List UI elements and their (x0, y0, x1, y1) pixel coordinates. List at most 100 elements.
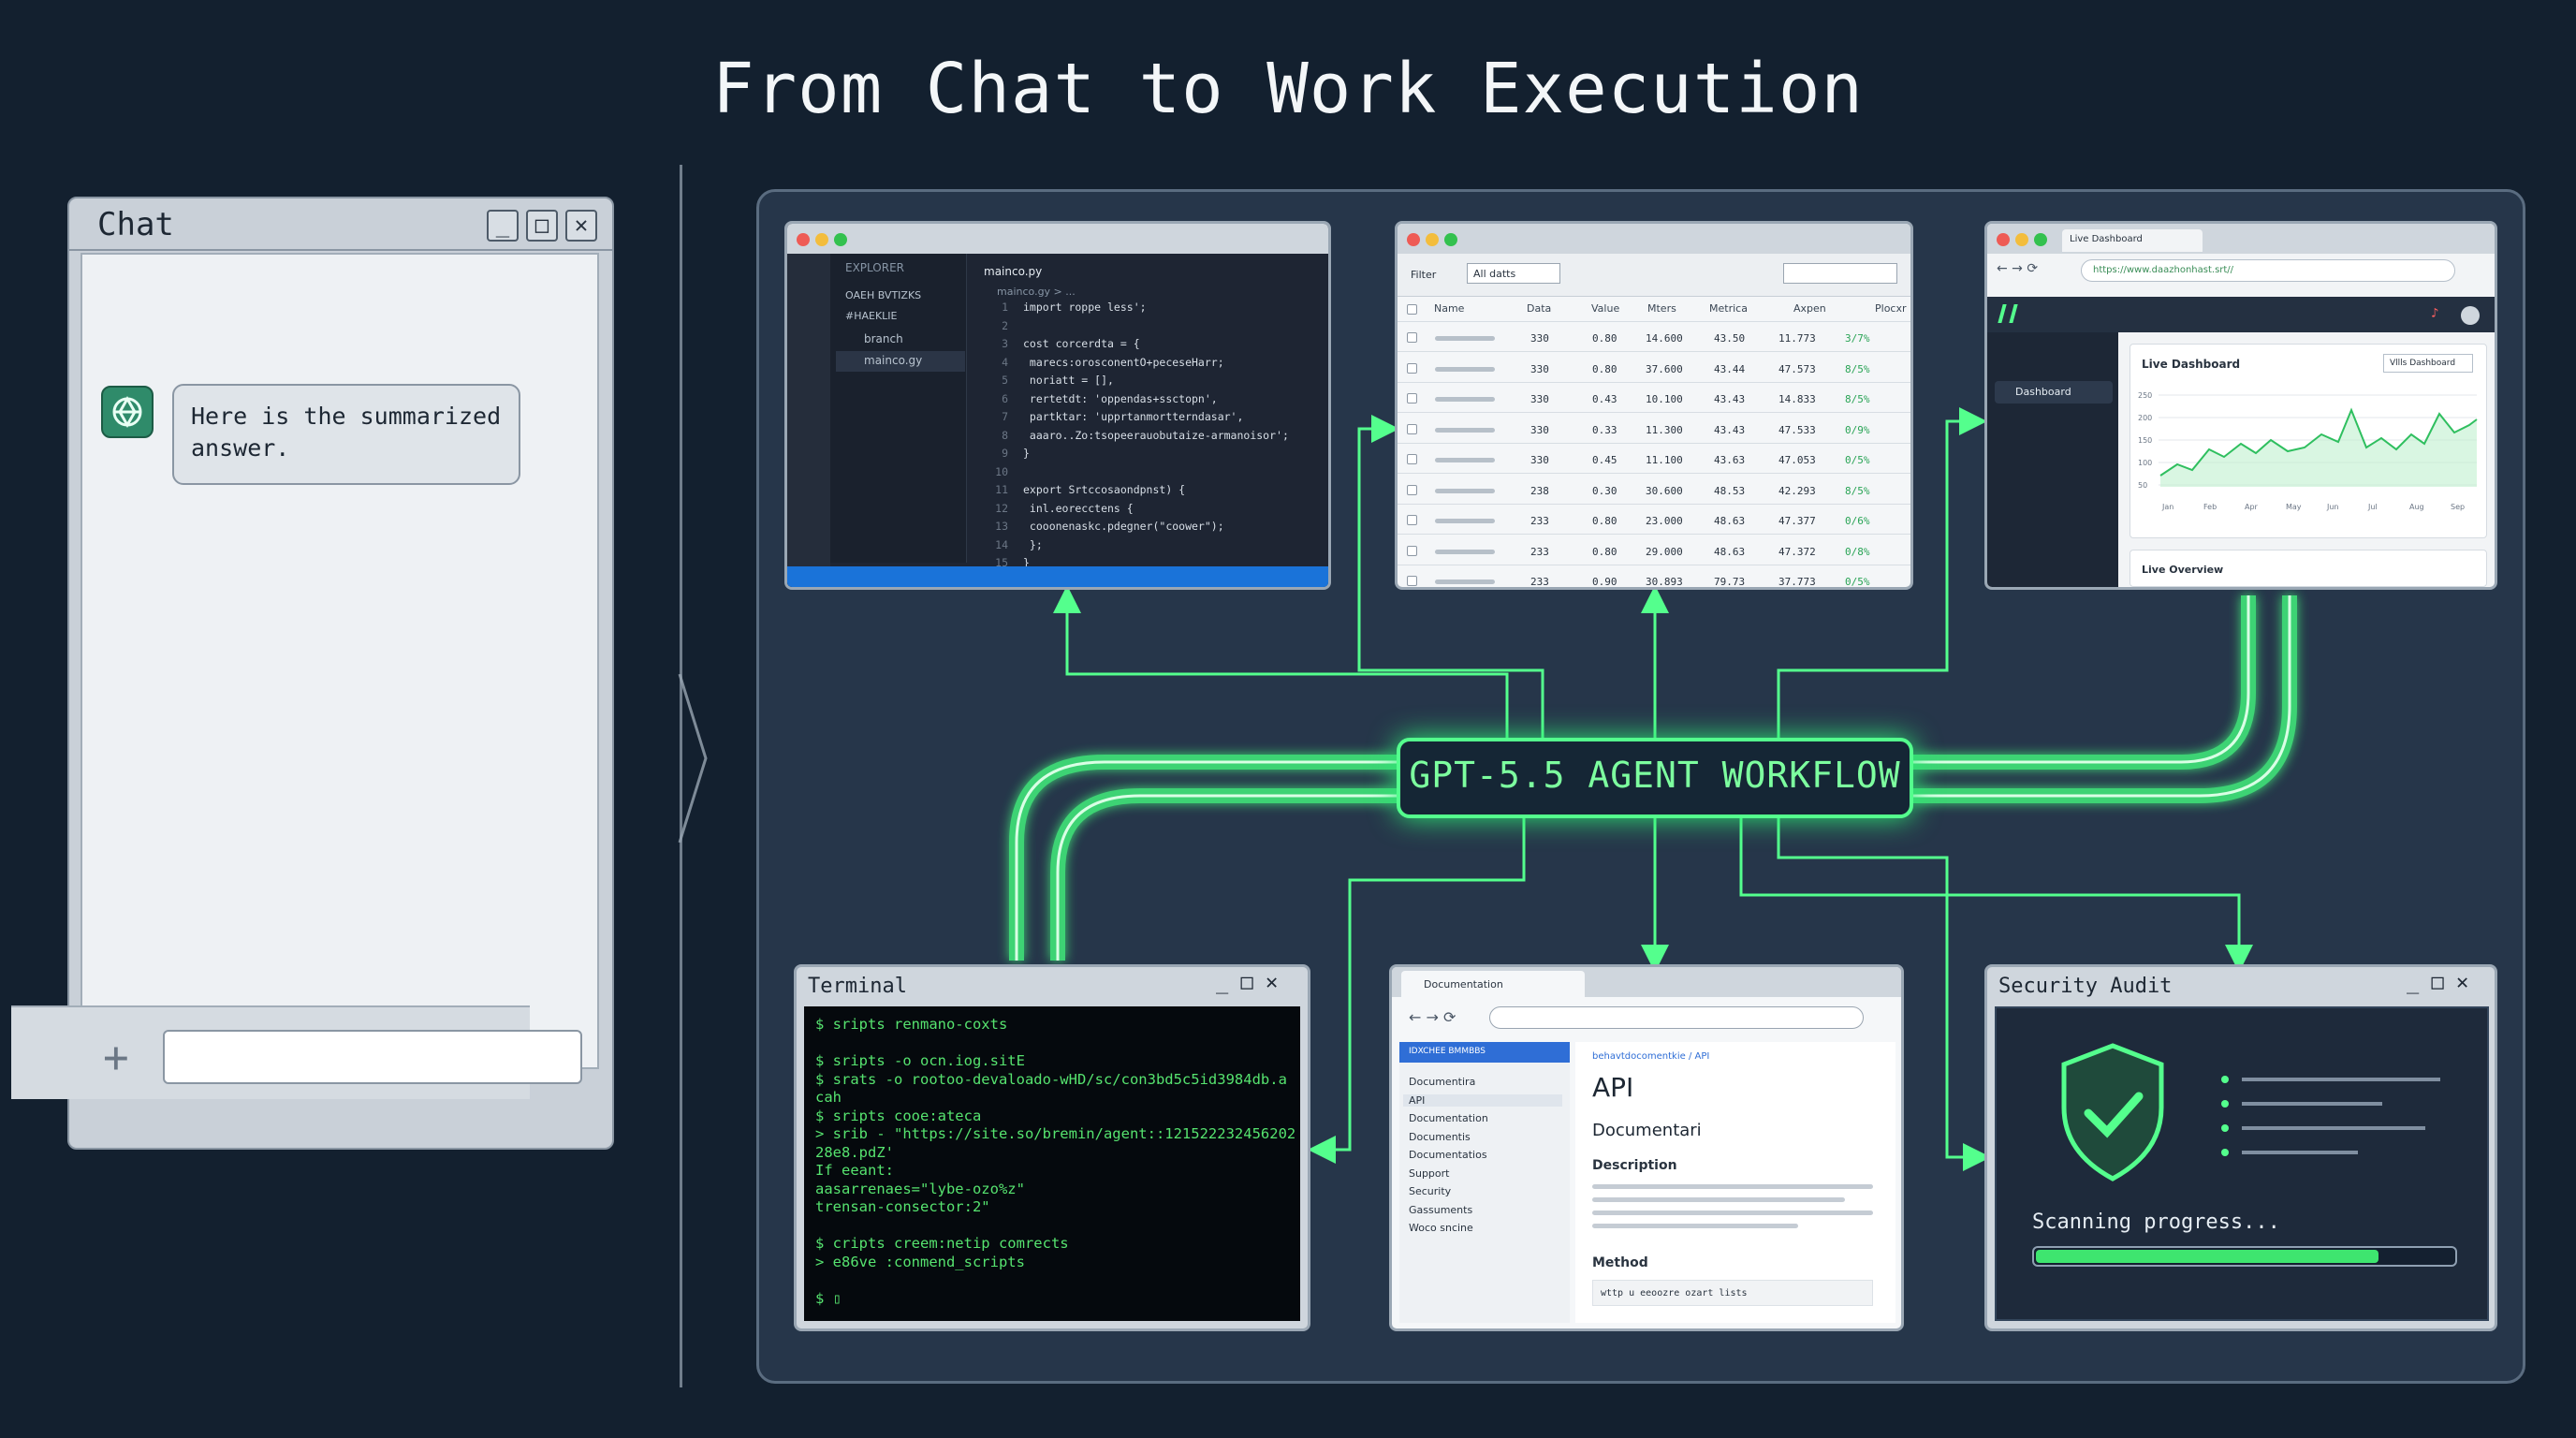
column-header[interactable]: Axpen (1793, 302, 1826, 315)
nav-arrows-icon[interactable]: ← → ⟳ (1409, 1008, 1456, 1026)
terminal-line: cah (815, 1089, 842, 1106)
table-cell: 43.43 (1714, 423, 1746, 436)
file-explorer: EXPLORER OAEH BVTIZKS #HAEKLIE branch ma… (830, 254, 967, 563)
activity-bar (787, 254, 830, 587)
x-tick-label: Jan (2161, 503, 2174, 511)
docs-nav-item[interactable]: Security (1409, 1185, 1451, 1197)
browser-tab[interactable]: Live Dashboard (2062, 229, 2203, 252)
y-tick-label: 50 (2138, 481, 2147, 490)
terminal-title: Terminal (808, 975, 907, 998)
docs-nav-item[interactable]: Documentation (1409, 1112, 1488, 1124)
name-placeholder-bar (1435, 580, 1495, 584)
column-header[interactable]: Mters (1647, 302, 1676, 315)
table-search-input[interactable] (1783, 263, 1897, 284)
table-cell: 0.90 (1592, 576, 1617, 588)
column-header[interactable]: Plocxr (1875, 302, 1907, 315)
table-cell: 10.100 (1646, 393, 1683, 405)
zoom-dot[interactable] (2034, 233, 2047, 246)
close-dot[interactable] (1997, 233, 2010, 246)
docs-nav-item[interactable]: Documentira (1409, 1076, 1475, 1088)
terminal-line: > srib - "https://site.so/bremin/agent::… (815, 1125, 1296, 1142)
docs-nav-item[interactable]: Documentis (1409, 1131, 1471, 1143)
table-cell: 47.372 (1778, 545, 1816, 558)
bell-icon[interactable]: ♪ (2431, 306, 2438, 321)
table-titlebar (1398, 224, 1910, 254)
row-checkbox[interactable] (1407, 423, 1417, 434)
line-number: 2 (1002, 318, 1008, 332)
terminal-line: $ sripts cooe:ateca (815, 1107, 982, 1124)
avatar[interactable] (2461, 306, 2480, 325)
documentation-window: Documentation ← → ⟳ IDXCHEE BMMBBS Docum… (1389, 964, 1904, 1331)
zoom-dot[interactable] (1444, 233, 1457, 246)
row-checkbox[interactable] (1407, 454, 1417, 464)
code-line: 4 marecs:orosconentO+peceseHarr; (974, 356, 1224, 369)
terminal-line: $ cripts creem:netip comrects (815, 1235, 1069, 1252)
explorer-item-active[interactable]: mainco.gy (864, 354, 922, 367)
window-controls[interactable]: _ □ ✕ (2407, 971, 2468, 994)
column-header[interactable]: Data (1527, 302, 1551, 315)
table-cell: 48.63 (1714, 515, 1746, 527)
minimize-dot[interactable] (1426, 233, 1439, 246)
sidebar-section-header[interactable]: IDXCHEE BMMBBS (1399, 1042, 1570, 1063)
terminal-line: $ srats -o rootoo-devaloado-wHD/sc/con3b… (815, 1070, 1287, 1088)
row-checkbox[interactable] (1407, 332, 1417, 343)
terminal-window: Terminal _ □ ✕ $ sripts renmano-coxts $ s… (794, 964, 1310, 1331)
window-controls[interactable]: _ □ ✕ (1216, 971, 1278, 994)
docs-nav-item[interactable]: Gassuments (1409, 1204, 1472, 1216)
table-cell: 0.30 (1592, 484, 1617, 497)
line-number: 6 (1002, 391, 1008, 405)
minimize-dot[interactable] (815, 233, 828, 246)
docs-nav-item[interactable]: API (1403, 1093, 1562, 1107)
sidebar-item-dashboard[interactable]: Dashboard (2015, 386, 2071, 398)
filter-label: Filter (1411, 269, 1437, 281)
row-checkbox[interactable] (1407, 362, 1417, 374)
table-cell: 43.63 (1714, 454, 1746, 466)
x-tick-label: Sep (2451, 503, 2465, 511)
select-all-checkbox[interactable] (1407, 304, 1417, 315)
address-bar[interactable] (1489, 1006, 1864, 1029)
code-line: 5 noriatt = [], (974, 374, 1114, 387)
close-dot[interactable] (797, 233, 810, 246)
explorer-item[interactable]: OAEH BVTIZKS (845, 289, 921, 301)
table-cell: 48.53 (1714, 484, 1746, 497)
docs-nav-item[interactable]: Support (1409, 1167, 1449, 1180)
column-header[interactable]: Value (1591, 302, 1619, 315)
row-checkbox[interactable] (1407, 545, 1417, 556)
code-line: 11 export Srtccosaondpnst) { (974, 483, 1185, 496)
scan-progress-track (2032, 1246, 2457, 1267)
zoom-dot[interactable] (834, 233, 847, 246)
explorer-item[interactable]: #HAEKLIE (845, 310, 898, 322)
table-cell: 47.377 (1778, 515, 1816, 527)
docs-nav-item[interactable]: Documentatios (1409, 1149, 1487, 1161)
nav-arrows-icon[interactable]: ← → ⟳ (1997, 261, 2038, 276)
row-checkbox[interactable] (1407, 576, 1417, 586)
column-header[interactable]: Metrica (1709, 302, 1748, 315)
row-checkbox[interactable] (1407, 484, 1417, 495)
row-checkbox[interactable] (1407, 393, 1417, 404)
address-bar[interactable]: https://www.daazhonhast.srt// (2081, 259, 2455, 282)
table-cell: 330 (1530, 332, 1549, 345)
code-line: 2 (974, 319, 1023, 332)
agent-workflow-label: GPT-5.5 AGENT WORKFLOW (1409, 755, 1901, 796)
code-line: 10 (974, 465, 1023, 478)
minimize-dot[interactable] (2015, 233, 2028, 246)
code-line: 7 partktar: 'upprtanmortterndasar', (974, 410, 1243, 423)
explorer-item[interactable]: branch (864, 332, 903, 345)
table-cell: 330 (1530, 393, 1549, 405)
dashboard-select[interactable]: Vllls Dashboard (2383, 354, 2473, 373)
browser-tab[interactable]: Documentation (1401, 971, 1585, 997)
security-audit-window: Security Audit _ □ ✕ Scanning progress..… (1984, 964, 2497, 1331)
table-cell: 0.45 (1592, 454, 1617, 466)
row-checkbox[interactable] (1407, 515, 1417, 525)
close-dot[interactable] (1407, 233, 1420, 246)
chart-card: Live Dashboard Vllls Dashboard 250 200 150… (2130, 344, 2487, 538)
filter-select[interactable]: All datts (1467, 263, 1560, 284)
terminal-output[interactable]: $ sripts renmano-coxts $ sripts -o ocn.io… (804, 1006, 1300, 1321)
table-cell: 37.773 (1778, 576, 1816, 588)
table-cell: 233 (1530, 515, 1549, 527)
docs-nav-item[interactable]: Woco sncine (1409, 1222, 1473, 1234)
table-toolbar: Filter All datts (1398, 254, 1910, 297)
table-cell: 330 (1530, 423, 1549, 436)
breadcrumb[interactable]: behavtdocomentkie / API (1592, 1051, 1709, 1062)
column-header[interactable]: Name (1434, 302, 1464, 315)
